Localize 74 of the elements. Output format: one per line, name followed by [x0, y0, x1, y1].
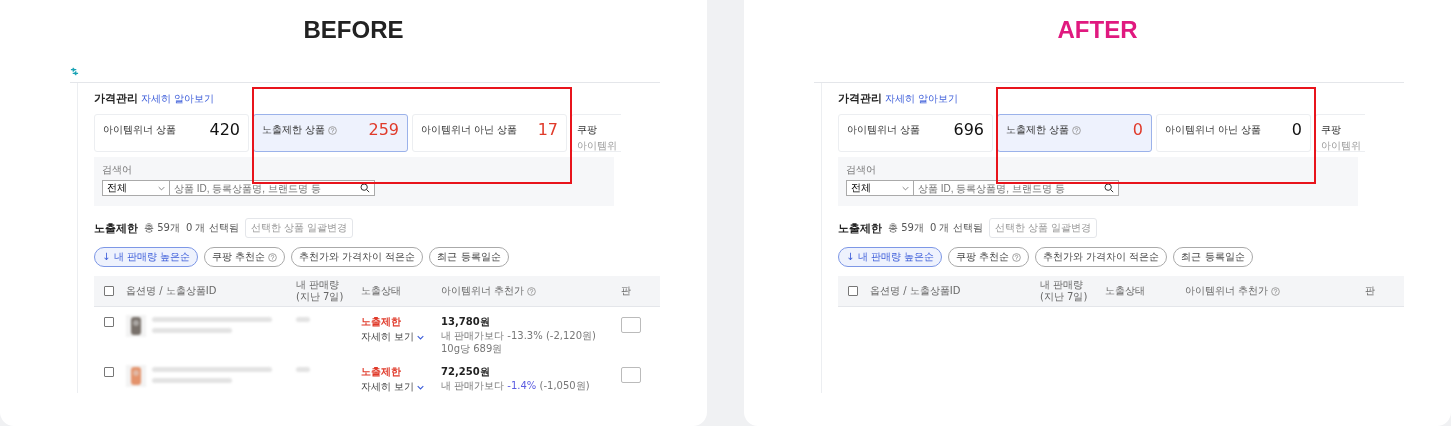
- sort-chip[interactable]: ↓ 내 판매량 높은순: [838, 247, 942, 267]
- price-input-field[interactable]: [621, 317, 641, 333]
- sort-chip[interactable]: 최근 등록일순: [429, 247, 509, 267]
- help-icon: [527, 286, 537, 296]
- section-title: 노출제한: [838, 220, 882, 236]
- total-count: 총 59개: [888, 221, 924, 235]
- help-icon: [1271, 286, 1281, 296]
- column-header: 아이템위너 추천가: [1185, 285, 1365, 297]
- column-header: 옵션명 / 노출상품ID: [870, 285, 962, 297]
- redacted-text: [296, 367, 310, 372]
- recommended-price: 13,780원: [441, 315, 491, 329]
- column-header: 노출상태: [361, 285, 402, 297]
- sort-chip[interactable]: 최근 등록일순: [1173, 247, 1253, 267]
- chevron-down-icon: [417, 334, 425, 340]
- column-header: 노출상태: [1105, 285, 1146, 297]
- status-label: 노출제한: [361, 315, 402, 329]
- category-dropdown[interactable]: 전체: [102, 180, 170, 196]
- stat-card[interactable]: 노출제한 상품 259: [253, 114, 408, 152]
- learn-more-link[interactable]: 자세히 알아보기: [141, 92, 215, 106]
- chevron-down-icon: [417, 384, 425, 390]
- help-icon: [328, 125, 338, 135]
- price-input-field[interactable]: [621, 367, 641, 383]
- panel-title: AFTER: [1057, 16, 1138, 45]
- redacted-text: [296, 317, 310, 322]
- search-label: 검색어: [102, 163, 133, 177]
- page-heading: 가격관리: [838, 91, 882, 106]
- row-checkbox[interactable]: [104, 367, 114, 377]
- row-checkbox[interactable]: [104, 317, 114, 327]
- stat-card[interactable]: 아이템위너 아닌 상품 17: [412, 114, 567, 152]
- help-icon: [1012, 252, 1022, 262]
- page-heading: 가격관리: [94, 91, 138, 106]
- details-link[interactable]: 자세히 보기: [361, 380, 441, 393]
- panel-title: BEFORE: [303, 16, 404, 45]
- stat-card[interactable]: 쿠팡 아이템위: [1315, 114, 1365, 152]
- select-all-checkbox[interactable]: [104, 286, 114, 296]
- column-header: 옵션명 / 노출상품ID: [126, 285, 218, 297]
- help-icon: [1072, 125, 1082, 135]
- logo-icon: [70, 66, 79, 76]
- price-comparison: 내 판매가보다 -1.4% (-1,050원): [441, 380, 591, 392]
- column-header: 아이템위너 추천가: [441, 285, 621, 297]
- stat-card[interactable]: 아이템위너 아닌 상품 0: [1156, 114, 1311, 152]
- sort-chip[interactable]: 쿠팡 추천순: [203, 247, 286, 267]
- sort-chip[interactable]: 추천가와 가격차이 적은순: [1035, 247, 1168, 267]
- price-comparison: 내 판매가보다 -13.3% (-2,120원): [441, 330, 597, 342]
- learn-more-link[interactable]: 자세히 알아보기: [885, 92, 959, 106]
- section-title: 노출제한: [94, 220, 138, 236]
- column-header: 판: [1365, 285, 1376, 297]
- help-icon: [268, 252, 278, 262]
- chevron-down-icon: [902, 185, 909, 191]
- category-dropdown[interactable]: 전체: [846, 180, 914, 196]
- sort-chip[interactable]: ↓ 내 판매량 높은순: [94, 247, 198, 267]
- select-all-checkbox[interactable]: [848, 286, 858, 296]
- search-field[interactable]: 상품 ID, 등록상품명, 브랜드명 등: [914, 180, 1119, 196]
- status-label: 노출제한: [361, 365, 402, 379]
- selected-count: 0 개 선택됨: [185, 221, 239, 235]
- search-field[interactable]: 상품 ID, 등록상품명, 브랜드명 등: [170, 180, 375, 196]
- recommended-price: 72,250원: [441, 365, 491, 379]
- total-count: 총 59개: [144, 221, 180, 235]
- column-header: 판: [621, 285, 632, 297]
- search-label: 검색어: [846, 163, 877, 177]
- column-header: 내 판매량 (지난 7일): [296, 279, 345, 303]
- sort-chip[interactable]: 추천가와 가격차이 적은순: [291, 247, 424, 267]
- column-header: 내 판매량 (지난 7일): [1040, 279, 1089, 303]
- unit-price: 10g당 689원: [441, 343, 504, 355]
- search-icon[interactable]: [360, 183, 370, 193]
- sort-chip[interactable]: 쿠팡 추천순: [947, 247, 1030, 267]
- details-link[interactable]: 자세히 보기: [361, 330, 441, 344]
- stat-card[interactable]: 아이템위너 상품 696: [838, 114, 993, 152]
- stat-card[interactable]: 쿠팡 아이템위: [571, 114, 621, 152]
- stat-card[interactable]: 아이템위너 상품 420: [94, 114, 249, 152]
- chevron-down-icon: [158, 185, 165, 191]
- search-icon[interactable]: [1104, 183, 1114, 193]
- selected-count: 0 개 선택됨: [929, 221, 983, 235]
- stat-card[interactable]: 노출제한 상품 0: [997, 114, 1152, 152]
